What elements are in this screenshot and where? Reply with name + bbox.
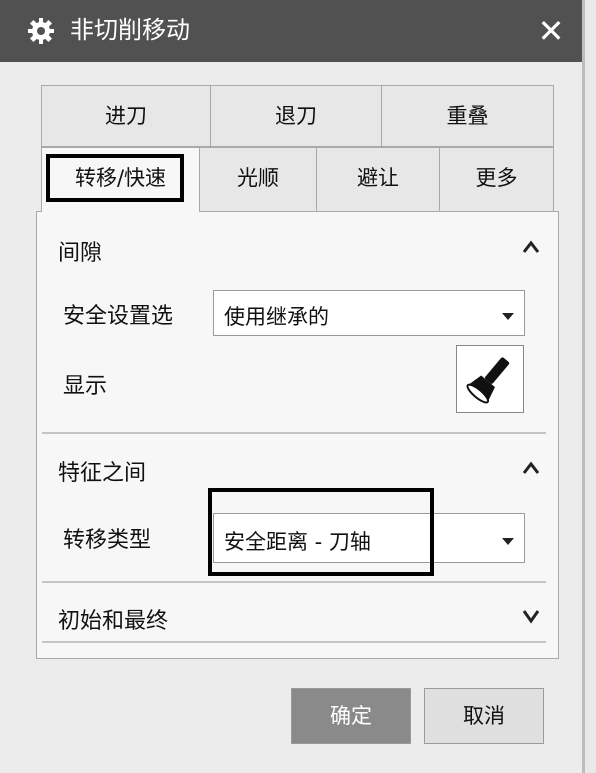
cancel-button[interactable]: 取消 xyxy=(424,688,544,744)
section-clearance-title[interactable]: 间隙 xyxy=(58,235,102,267)
tab-panel xyxy=(36,211,559,659)
section-divider xyxy=(42,432,546,434)
tab-more[interactable]: 更多 xyxy=(439,147,554,212)
non-cutting-moves-dialog: 非切削移动 ✕ 进刀 退刀 重叠 转移/快速 光顺 避让 更多 间隙 安全设置选… xyxy=(0,0,585,773)
tab-label: 转移/快速 xyxy=(74,166,167,190)
tab-avoidance[interactable]: 避让 xyxy=(316,147,440,212)
section-between-features-title[interactable]: 特征之间 xyxy=(58,455,146,487)
safety-setting-value: 使用继承的 xyxy=(224,305,329,329)
chevron-down-icon[interactable] xyxy=(521,606,541,626)
tab-engage[interactable]: 进刀 xyxy=(41,85,211,147)
tab-label: 进刀 xyxy=(105,104,147,128)
tab-smoothing[interactable]: 光顺 xyxy=(199,147,317,212)
section-divider xyxy=(42,581,546,583)
tab-label: 重叠 xyxy=(446,104,489,128)
dropdown-arrow-icon xyxy=(502,313,514,320)
chevron-up-icon[interactable] xyxy=(521,237,541,257)
tab-label: 光顺 xyxy=(237,166,279,190)
tab-label: 退刀 xyxy=(275,104,317,128)
tab-retract[interactable]: 退刀 xyxy=(210,85,382,147)
safety-setting-label: 安全设置选 xyxy=(63,304,174,329)
tab-transfer-rapid[interactable]: 转移/快速 xyxy=(41,147,200,212)
flashlight-icon xyxy=(466,357,510,404)
display-button[interactable] xyxy=(456,345,524,413)
highlight-frame xyxy=(208,488,434,576)
close-button[interactable]: ✕ xyxy=(532,12,570,50)
gear-icon xyxy=(28,18,54,44)
tab-overlap[interactable]: 重叠 xyxy=(381,85,554,147)
section-initial-final-title[interactable]: 初始和最终 xyxy=(58,603,168,635)
ok-button[interactable]: 确定 xyxy=(291,688,411,744)
dialog-title: 非切削移动 xyxy=(70,16,190,44)
section-divider xyxy=(42,641,546,643)
tab-label: 避让 xyxy=(357,166,399,190)
safety-setting-dropdown[interactable]: 使用继承的 xyxy=(213,290,525,336)
transfer-type-label: 转移类型 xyxy=(63,528,152,553)
title-bar: 非切削移动 ✕ xyxy=(0,0,582,62)
dropdown-arrow-icon xyxy=(502,538,514,545)
tab-label: 更多 xyxy=(475,166,518,190)
display-label: 显示 xyxy=(63,374,108,399)
chevron-up-icon[interactable] xyxy=(521,458,541,478)
